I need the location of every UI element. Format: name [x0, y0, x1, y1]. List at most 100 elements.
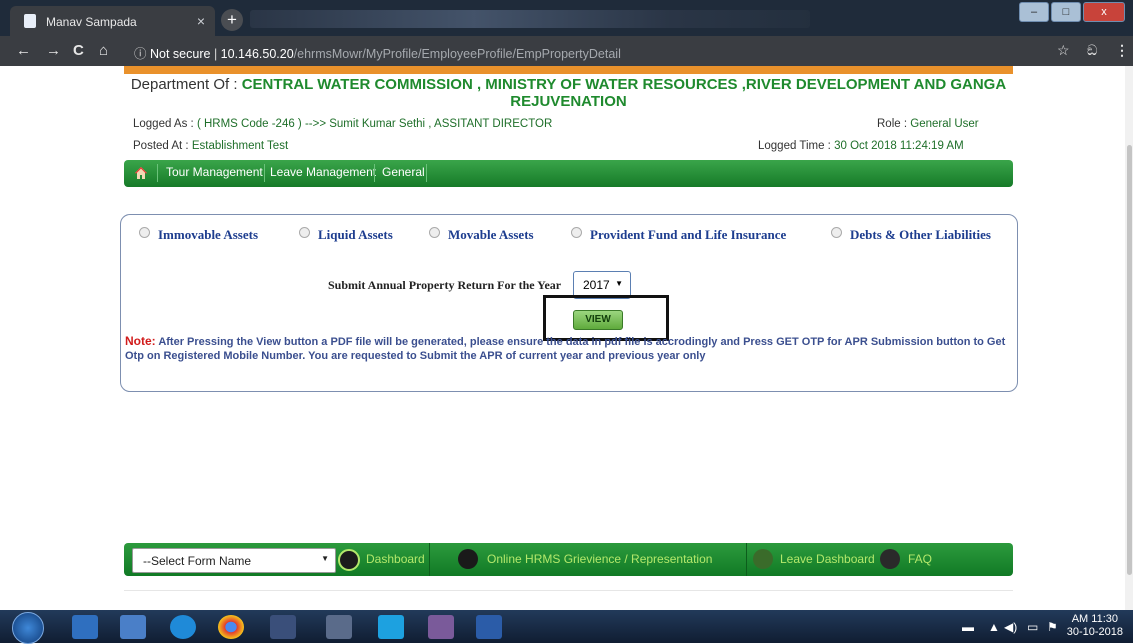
action-center-icon[interactable]: ⚑ [1047, 620, 1058, 634]
explorer-icon[interactable] [72, 615, 98, 639]
tray-arrow-icon[interactable]: ▲ [988, 620, 1000, 634]
radio-label: Liquid Assets [318, 227, 393, 242]
menu-separator [374, 164, 375, 182]
clock-time: AM 11:30 [1071, 613, 1118, 625]
window-controls: – □ x [1017, 2, 1125, 22]
menu-general[interactable]: General [382, 165, 425, 179]
paint-icon[interactable] [326, 615, 352, 639]
view-button[interactable]: VIEW [573, 310, 623, 330]
info-icon: ⓘ [134, 47, 147, 61]
url-path: /ehrmsMowr/MyProfile/EmployeeProfile/Emp… [293, 47, 621, 61]
page-favicon-icon [24, 14, 36, 28]
radio-label: Immovable Assets [158, 227, 259, 242]
minimize-button[interactable]: – [1019, 2, 1049, 22]
menu-separator [157, 164, 158, 182]
radio-debts-liabilities[interactable]: Debts & Other Liabilities [831, 227, 991, 243]
radio-label: Debts & Other Liabilities [850, 227, 991, 242]
year-value: 2017 [583, 278, 610, 292]
scrollbar-thumb[interactable] [1127, 145, 1132, 575]
tab-close-icon[interactable]: × [197, 13, 205, 29]
radio-button-icon[interactable] [571, 227, 582, 238]
role-label: Role : [877, 118, 911, 130]
internet-explorer-icon[interactable] [170, 615, 196, 639]
info-circle-icon [753, 549, 773, 569]
tab-title: Manav Sampada [46, 15, 137, 29]
maximize-button[interactable]: □ [1051, 2, 1081, 22]
radio-movable-assets[interactable]: Movable Assets [429, 227, 534, 243]
home-menu-icon[interactable] [134, 166, 148, 180]
year-label: Submit Annual Property Return For the Ye… [328, 278, 562, 292]
volume-icon[interactable]: ◀) [1004, 620, 1017, 634]
forward-arrow-icon[interactable]: → [46, 42, 61, 59]
bookmark-star-icon[interactable]: ☆ [1057, 42, 1070, 59]
footer-separator [746, 543, 747, 576]
new-tab-button[interactable]: + [221, 9, 243, 31]
clock-date: 30-10-2018 [1066, 626, 1123, 638]
question-icon [880, 549, 900, 569]
menu-separator [426, 164, 427, 182]
taskbar-clock[interactable]: AM 11:30 30-10-2018 [1067, 613, 1123, 639]
posted-at: Posted At : Establishment Test [133, 140, 288, 152]
role: Role : General User [877, 118, 979, 130]
back-arrow-icon[interactable]: ← [16, 42, 31, 59]
radio-label: Movable Assets [448, 227, 534, 242]
url-host: 10.146.50.20 [220, 47, 294, 61]
radio-button-icon[interactable] [139, 227, 150, 238]
incognito-icon[interactable]: ඞ [1087, 42, 1097, 59]
home-icon[interactable]: ⌂ [99, 42, 108, 59]
footer-separator [429, 543, 430, 576]
leave-dashboard-link[interactable]: Leave Dashboard [780, 552, 875, 566]
posted-at-label: Posted At : [133, 140, 192, 152]
app-icon[interactable] [428, 615, 454, 639]
radio-liquid-assets[interactable]: Liquid Assets [299, 227, 393, 243]
skype-icon[interactable] [378, 615, 404, 639]
grievance-link[interactable]: Online HRMS Grievience / Representation [487, 552, 712, 566]
app-icon[interactable] [120, 615, 146, 639]
radio-button-icon[interactable] [429, 227, 440, 238]
note-text: Note: After Pressing the View button a P… [125, 334, 1010, 363]
radio-label: Provident Fund and Life Insurance [590, 227, 787, 242]
reload-icon[interactable]: C [73, 42, 84, 59]
blurred-tabs [250, 10, 810, 28]
windows-taskbar: ▬ ▲ ◀) ▭ ⚑ AM 11:30 30-10-2018 [0, 610, 1133, 644]
app-icon[interactable] [270, 615, 296, 639]
footer-bar: --Select Form Name ▼ Dashboard Online HR… [124, 543, 1013, 576]
dropdown-arrow-icon: ▼ [321, 554, 329, 563]
security-label: Not secure [150, 47, 211, 61]
note-body: After Pressing the View button a PDF fil… [125, 336, 1006, 362]
faq-link[interactable]: FAQ [908, 552, 932, 566]
form-name-select[interactable]: --Select Form Name ▼ [132, 548, 336, 573]
browser-tab[interactable]: Manav Sampada × [10, 6, 215, 36]
logged-as-label: Logged As : [133, 118, 197, 130]
url-separator: | [213, 47, 218, 61]
menu-tour-management[interactable]: Tour Management [166, 165, 263, 179]
header-accent-strip [124, 66, 1013, 74]
window-close-button[interactable]: x [1083, 2, 1125, 22]
start-button[interactable] [12, 612, 44, 644]
browser-menu-icon[interactable]: ⋮ [1115, 42, 1129, 59]
dropdown-arrow-icon: ▼ [615, 279, 623, 288]
main-menu: Tour Management Leave Management General [124, 160, 1013, 187]
radio-button-icon[interactable] [831, 227, 842, 238]
logged-time-label: Logged Time : [758, 140, 835, 152]
dashboard-link[interactable]: Dashboard [366, 552, 425, 566]
chrome-icon[interactable] [218, 615, 244, 639]
logged-as-value: ( HRMS Code -246 ) -->> Sumit Kumar Seth… [196, 118, 553, 130]
radio-immovable-assets[interactable]: Immovable Assets [139, 227, 258, 243]
radio-provident-fund[interactable]: Provident Fund and Life Insurance [571, 227, 786, 243]
logged-time: Logged Time : 30 Oct 2018 11:24:19 AM [758, 140, 964, 152]
url-field[interactable]: ⓘ Not secure | 10.146.50.20/ehrmsMowr/My… [134, 43, 621, 62]
department-name: CENTRAL WATER COMMISSION , MINISTRY OF W… [241, 76, 1007, 110]
keyboard-icon[interactable]: ▬ [962, 620, 974, 634]
word-icon[interactable] [476, 615, 502, 639]
menu-separator [264, 164, 265, 182]
department-title: Department Of : CENTRAL WATER COMMISSION… [124, 76, 1013, 110]
browser-tab-strip: Manav Sampada × + – □ x [0, 0, 1133, 36]
footer-divider [124, 590, 1013, 591]
logged-time-value: 30 Oct 2018 11:24:19 AM [834, 140, 964, 152]
address-bar-row: ← → C ⌂ ⓘ Not secure | 10.146.50.20/ehrm… [0, 36, 1133, 66]
radio-button-icon[interactable] [299, 227, 310, 238]
menu-leave-management[interactable]: Leave Management [270, 165, 376, 179]
network-icon[interactable]: ▭ [1027, 620, 1038, 634]
posted-at-value: Establishment Test [191, 140, 289, 152]
